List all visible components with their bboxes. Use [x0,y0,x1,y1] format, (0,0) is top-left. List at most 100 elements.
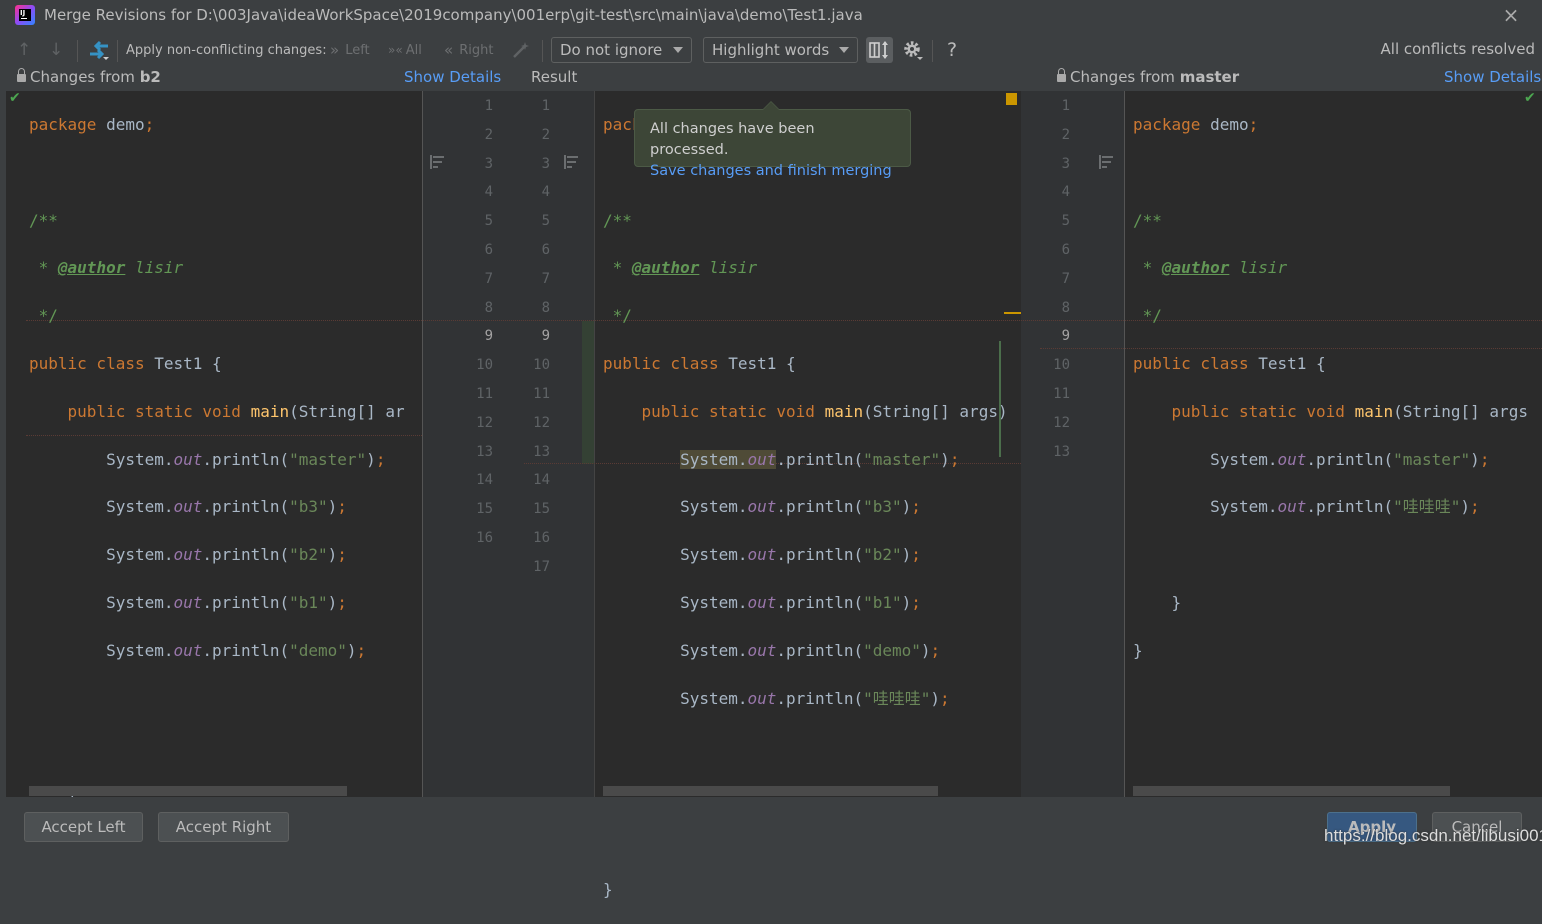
magic-wand-icon[interactable] [512,34,530,66]
right-horizontal-scrollbar[interactable] [1133,786,1450,796]
fold-icon[interactable] [430,155,445,169]
right-code: package demo; /** * @author lisir */ pub… [1133,92,1528,685]
line-number: 4 [484,184,493,201]
code-line: } [1133,592,1182,612]
help-icon[interactable]: ? [947,34,957,66]
highlight-mode-select[interactable]: Highlight words [703,37,858,63]
line-number: 3 [484,155,493,172]
line-number: 8 [484,299,493,316]
close-icon[interactable]: × [1500,4,1522,26]
lock-icon [17,68,26,82]
code-line: System.out.println("哇哇哇"); [1133,497,1480,517]
line-number: 1 [484,98,493,114]
line-number: 9 [541,328,550,345]
line-number: 13 [1053,443,1070,460]
code-line: */ [29,306,58,326]
lock-icon [1057,68,1066,82]
line-number: 6 [1061,241,1070,258]
right-branch-name: master [1179,68,1240,86]
right-show-details-link[interactable]: Show Details [1444,68,1541,86]
ignore-whitespace-value: Do not ignore [560,41,663,59]
accept-right-button[interactable]: Accept Right [158,812,289,842]
left-line-numbers: 1 2 3 4 5 6 7 8 9 10 11 12 13 14 15 16 [463,92,493,553]
highlighted-text: System.out [680,449,777,469]
fold-icon[interactable] [564,155,579,169]
ignore-whitespace-select[interactable]: Do not ignore [551,37,692,63]
double-chevron-right-icon: » [330,41,340,59]
line-number: 9 [1061,328,1070,345]
merge-complete-tooltip: All changes have been processed. Save ch… [634,101,911,179]
code-line: * @author lisir [29,258,184,278]
tooltip-message: All changes have been processed. [650,121,815,158]
right-line-numbers: 1 2 3 4 5 6 7 8 9 10 11 12 13 [1040,92,1070,466]
line-number: 2 [541,126,550,143]
apply-right-button[interactable]: « Right [444,34,493,66]
line-number: 1 [541,98,550,114]
settings-gear-icon[interactable] [902,34,924,66]
line-number: 10 [533,357,550,374]
apply-right-label: Right [459,42,494,58]
code-line: */ [1133,306,1162,326]
title-bar: IJ Merge Revisions for D:\003Java\ideaWo… [0,0,1542,32]
result-panel-header: Result [531,68,578,86]
line-number: 15 [476,501,493,518]
window-edge [0,91,6,797]
line-number: 16 [533,529,550,546]
left-header-prefix: Changes from [30,68,140,86]
line-number: 5 [1061,213,1070,230]
resolve-conflicts-icon[interactable] [88,34,110,66]
line-number: 6 [541,241,550,258]
line-number: 9 [484,328,493,345]
result-horizontal-scrollbar[interactable] [603,786,938,796]
line-number: 4 [1061,184,1070,201]
previous-change-icon[interactable]: ↑ [17,34,31,66]
line-number: 11 [1053,385,1070,402]
line-number: 3 [1061,155,1070,172]
line-number: 2 [484,126,493,143]
left-code: package demo; /** * @author lisir */ pub… [29,92,405,876]
line-number: 14 [476,472,493,489]
code-line: public class Test1 { [1133,353,1326,373]
line-number: 16 [476,529,493,546]
code-line: System.out.println("b1"); [29,592,347,612]
line-number: 6 [484,241,493,258]
line-number: 8 [1061,299,1070,316]
line-number: 4 [541,184,550,201]
code-line: * @author lisir [603,258,758,278]
save-and-finish-link[interactable]: Save changes and finish merging [650,161,895,182]
code-line: System.out.println("master"); [603,446,1008,475]
conflicts-status: All conflicts resolved [1380,40,1535,58]
apply-left-button[interactable]: » Left [330,34,370,66]
line-number: 7 [484,270,493,287]
code-line: */ [603,306,632,326]
left-result-gutter [423,91,594,797]
sync-scroll-toggle[interactable] [866,37,893,63]
code-line: public static void main(String[] ar [29,401,405,421]
toolbar-separator [542,40,543,62]
line-number: 13 [533,443,550,460]
code-line: System.out.println("b3"); [29,497,347,517]
line-number: 7 [541,270,550,287]
next-change-icon[interactable]: ↓ [49,34,63,66]
left-show-details-link[interactable]: Show Details [404,68,501,86]
code-line: } [603,879,613,899]
code-line: /** [1133,210,1162,230]
code-line: System.out.println("b1"); [603,592,921,612]
line-number: 12 [1053,414,1070,431]
code-line: /** [603,210,632,230]
watermark-text: https://blog.csdn.net/libusi001 [1324,826,1542,845]
checkmark-icon: ✔ [9,90,21,106]
apply-all-button[interactable]: »« All [388,34,422,66]
double-chevron-left-icon: « [444,41,454,59]
line-number: 7 [1061,270,1070,287]
left-horizontal-scrollbar[interactable] [29,786,347,796]
code-line: public class Test1 { [29,353,222,373]
accept-left-button[interactable]: Accept Left [24,812,143,842]
chevron-down-icon [839,47,849,53]
apply-non-conflicting-label: Apply non-conflicting changes: [126,42,327,58]
fold-icon[interactable] [1099,155,1114,169]
